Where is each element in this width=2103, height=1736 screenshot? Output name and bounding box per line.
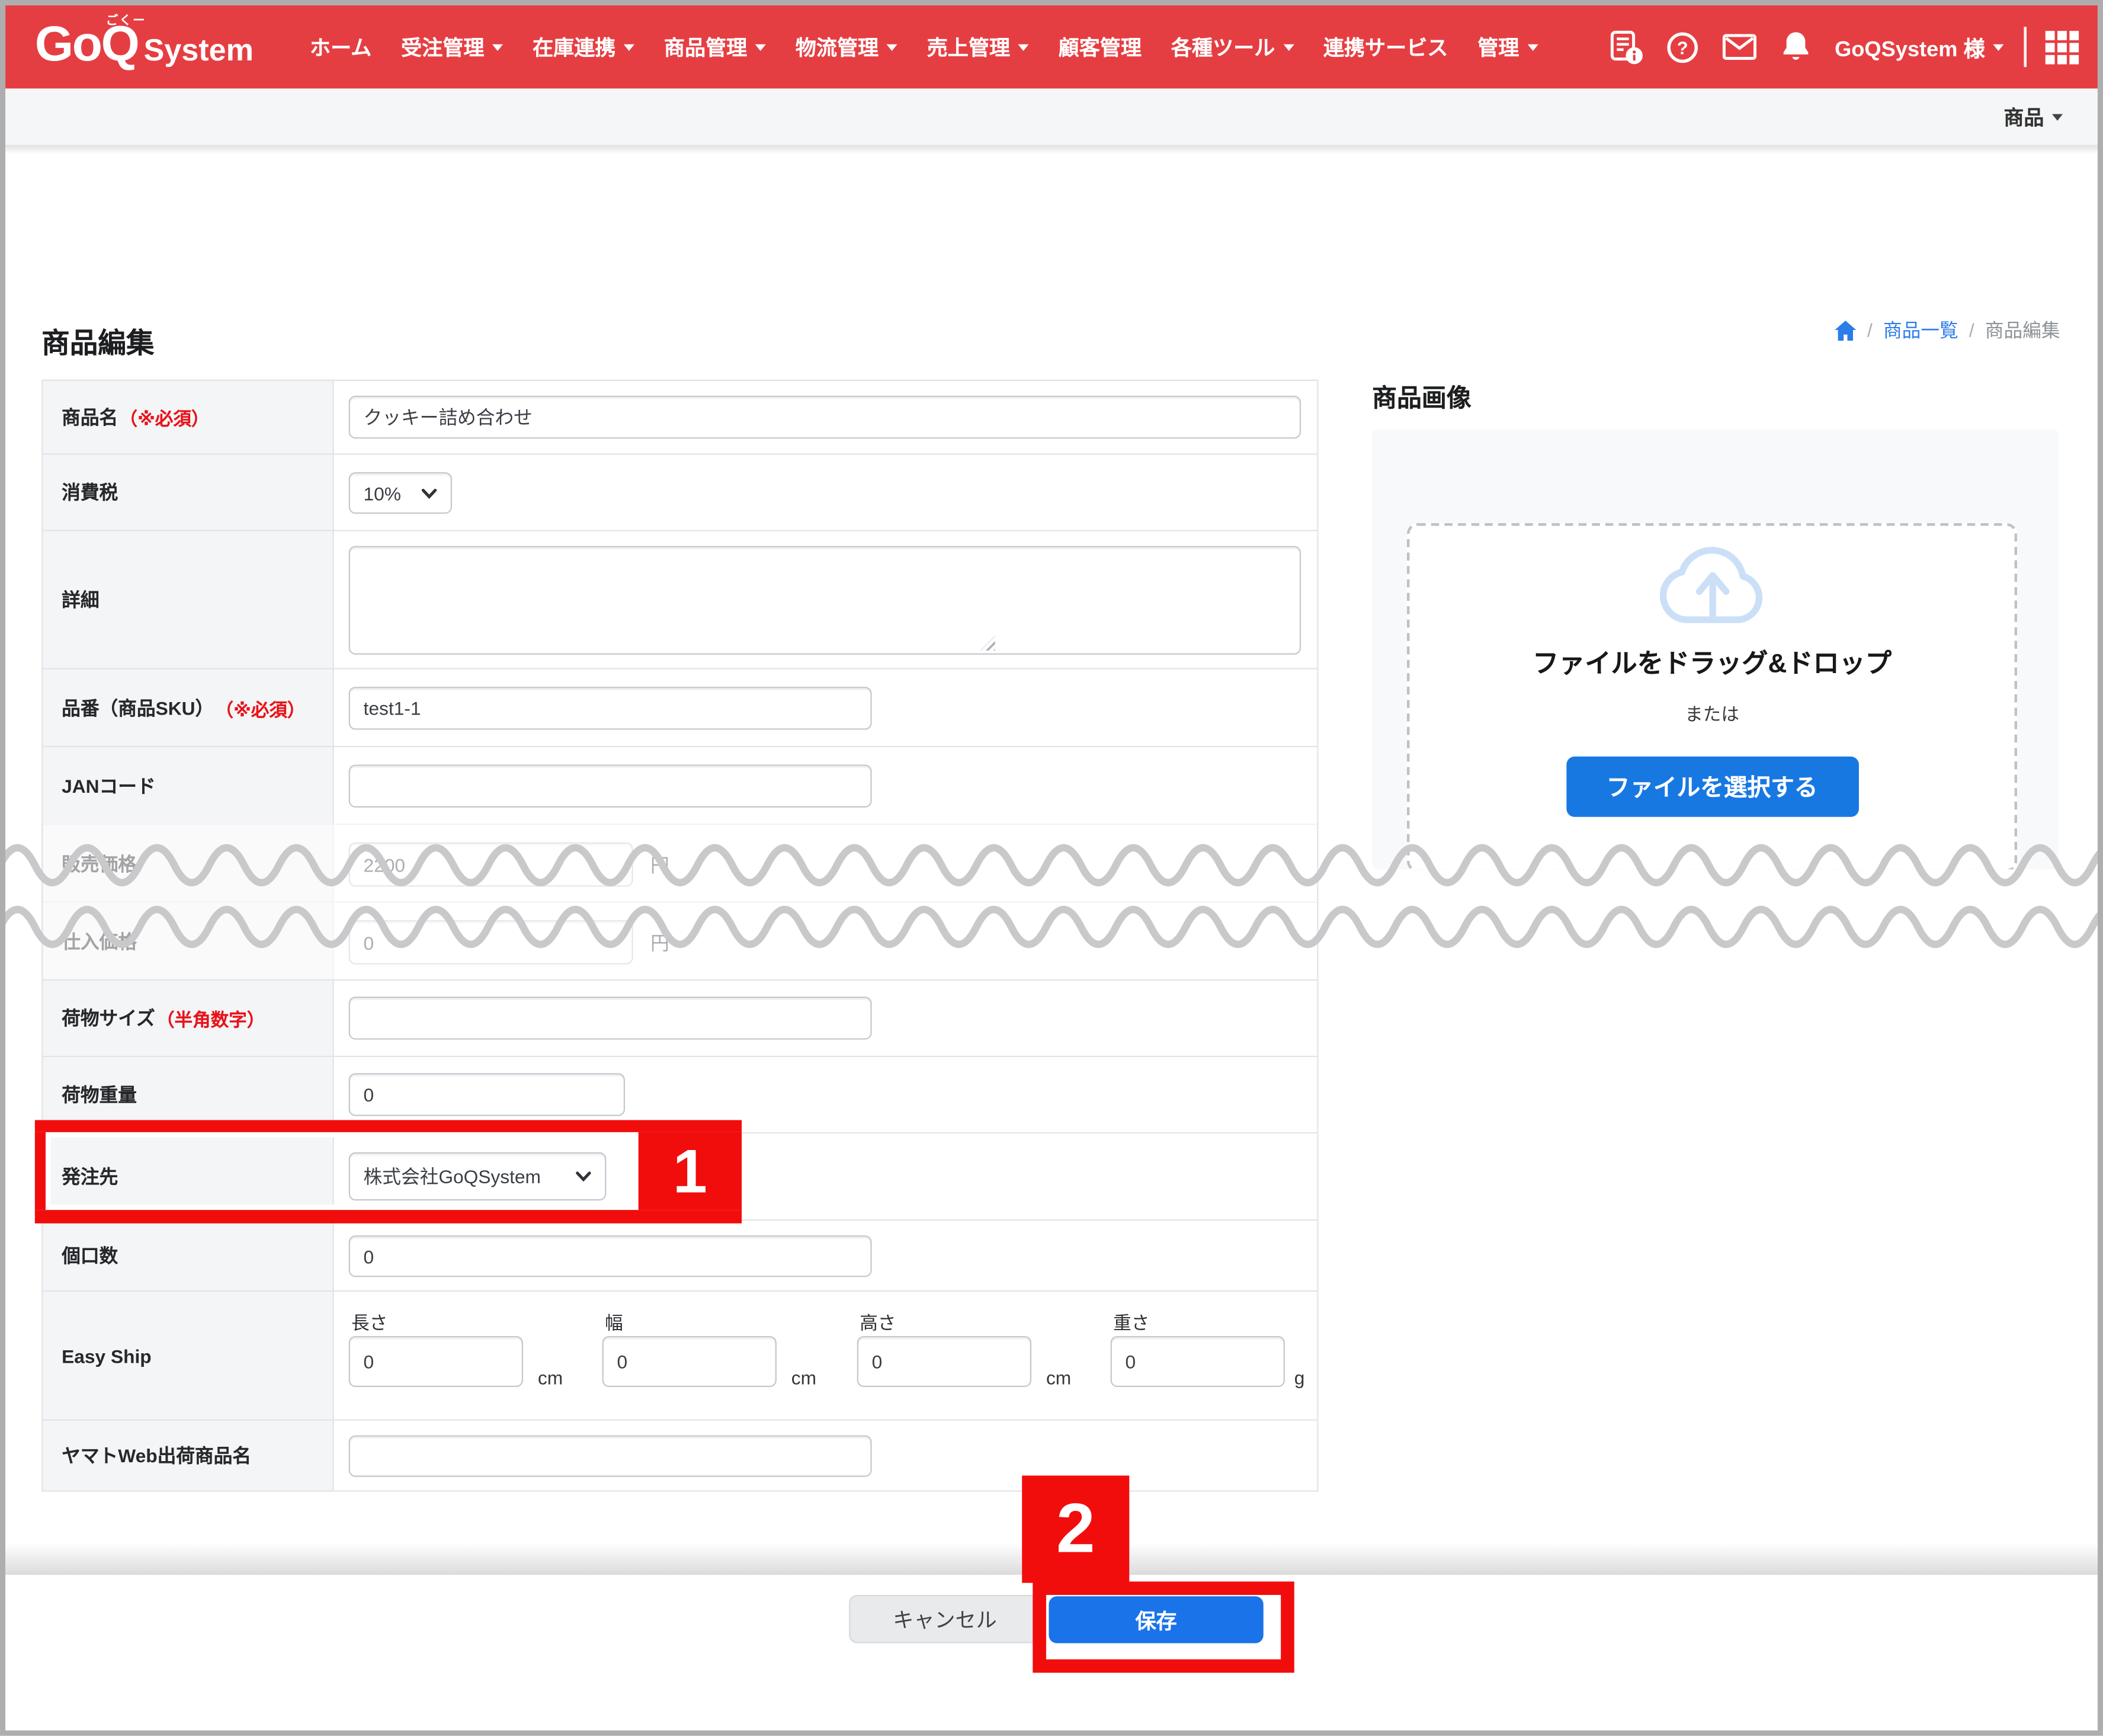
breadcrumb-current: 商品編集	[1985, 316, 2060, 343]
svg-text:?: ?	[1677, 38, 1688, 58]
breadcrumb-product-list[interactable]: 商品一覧	[1883, 316, 1958, 343]
header-divider	[2024, 27, 2027, 67]
row-tax: 消費税 10%	[43, 453, 1317, 530]
top-nav-bar: ごくー GoQ System ホーム 受注管理 在庫連携 商品管理 物流管理 売…	[5, 5, 2098, 88]
chevron-down-icon	[2052, 113, 2063, 120]
chevron-down-icon	[887, 44, 897, 50]
user-menu[interactable]: GoQSystem 様	[1835, 31, 2003, 63]
drop-zone-text: ファイルをドラッグ&ドロップ	[1409, 641, 2014, 680]
nav-customer-management[interactable]: 顧客管理	[1044, 32, 1156, 62]
bell-icon[interactable]	[1780, 30, 1812, 65]
tax-select[interactable]: 10%	[349, 472, 452, 514]
image-upload-panel: ファイルをドラッグ&ドロップ または ファイルを選択する	[1372, 429, 2059, 869]
nav-sales-management[interactable]: 売上管理	[912, 32, 1044, 62]
breadcrumb: / 商品一覧 / 商品編集	[1835, 316, 2060, 343]
document-info-icon[interactable]	[1610, 29, 1643, 65]
user-name: GoQSystem 様	[1835, 31, 1985, 63]
easyship-weight-input[interactable]: 0	[1111, 1336, 1285, 1387]
page-title: 商品編集	[41, 322, 154, 363]
chevron-down-icon	[624, 44, 634, 50]
row-purchase-price: 仕入価格 0 円	[43, 901, 1317, 979]
package-size-input[interactable]	[349, 997, 872, 1039]
row-product-name: 商品名（※必須） クッキー詰め合わせ	[43, 381, 1317, 453]
required-marker: （※必須）	[119, 403, 209, 430]
nav-tools[interactable]: 各種ツール	[1156, 32, 1309, 62]
unit-suffix: g	[1294, 1367, 1305, 1388]
format-marker: （半角数字）	[156, 1005, 265, 1032]
product-menu-dropdown[interactable]: 商品	[2003, 103, 2063, 131]
save-button[interactable]: 保存	[1049, 1596, 1263, 1643]
nav-services[interactable]: 連携サービス	[1309, 32, 1463, 62]
yamato-name-input[interactable]	[349, 1436, 872, 1477]
nav-product-management[interactable]: 商品管理	[649, 32, 781, 62]
cancel-button[interactable]: キャンセル	[849, 1595, 1041, 1644]
main-nav: ホーム 受注管理 在庫連携 商品管理 物流管理 売上管理 顧客管理 各種ツール …	[295, 5, 1553, 88]
row-supplier: 発注先 株式会社GoQSystem	[43, 1132, 1317, 1219]
easyship-length-input[interactable]: 0	[349, 1336, 523, 1387]
image-panel-title: 商品画像	[1372, 380, 1472, 415]
supplier-select[interactable]: 株式会社GoQSystem	[349, 1152, 607, 1201]
unit-suffix: cm	[538, 1367, 563, 1388]
nav-home[interactable]: ホーム	[295, 32, 386, 62]
chevron-down-icon	[492, 44, 503, 50]
nav-admin[interactable]: 管理	[1463, 32, 1553, 62]
chevron-down-icon	[1283, 44, 1294, 50]
drop-zone-or: または	[1409, 699, 2014, 726]
jan-input[interactable]	[349, 764, 872, 807]
detail-textarea[interactable]	[349, 546, 1301, 654]
yen-suffix: 円	[650, 852, 669, 879]
logo-ruby: ごくー	[106, 11, 146, 28]
product-name-input[interactable]: クッキー詰め合わせ	[349, 396, 1301, 438]
easyship-width-input[interactable]: 0	[602, 1336, 777, 1387]
mail-icon[interactable]	[1722, 34, 1757, 60]
nav-stock-link[interactable]: 在庫連携	[518, 32, 649, 62]
sku-input[interactable]: test1-1	[349, 687, 872, 729]
row-easy-ship: Easy Ship 長さ 0 cm 幅 0 cm 高さ 0 cm 重さ 0 g	[43, 1290, 1317, 1419]
chevron-down-icon	[1993, 44, 2003, 50]
chevron-down-icon	[1018, 44, 1029, 50]
chevron-down-icon	[1527, 44, 1538, 50]
home-icon[interactable]	[1835, 320, 1857, 340]
required-marker: （※必須）	[216, 694, 306, 721]
nav-order-management[interactable]: 受注管理	[386, 32, 518, 62]
logo-sub: System	[144, 32, 254, 68]
header-right-group: ? GoQSystem 様	[1610, 5, 2079, 88]
apps-grid-icon[interactable]	[2046, 30, 2079, 64]
select-file-button[interactable]: ファイルを選択する	[1566, 757, 1858, 817]
row-package-count: 個口数 0	[43, 1219, 1317, 1290]
purchase-price-input[interactable]: 0	[349, 920, 633, 965]
package-weight-input[interactable]: 0	[349, 1073, 625, 1116]
easyship-height-input[interactable]: 0	[857, 1336, 1031, 1387]
yen-suffix: 円	[650, 930, 669, 956]
sale-price-input[interactable]: 2200	[349, 843, 633, 887]
row-package-size: 荷物サイズ（半角数字）	[43, 979, 1317, 1056]
nav-logistics-management[interactable]: 物流管理	[781, 32, 912, 62]
help-icon[interactable]: ?	[1666, 30, 1700, 64]
row-package-weight: 荷物重量 0	[43, 1056, 1317, 1132]
row-detail: 詳細	[43, 530, 1317, 668]
chevron-down-icon	[575, 1171, 591, 1181]
cloud-upload-icon	[1645, 537, 1779, 643]
product-edit-form: 商品名（※必須） クッキー詰め合わせ 消費税 10% 詳細 品番（商品SKU）（…	[41, 380, 1318, 1492]
row-sku: 品番（商品SKU）（※必須） test1-1	[43, 668, 1317, 745]
chevron-down-icon	[421, 488, 437, 498]
subbar-shadow	[5, 145, 2098, 155]
unit-suffix: cm	[1046, 1367, 1071, 1388]
row-jan: JANコード	[43, 746, 1317, 824]
chevron-down-icon	[755, 44, 766, 50]
sub-menu-bar: 商品	[5, 88, 2098, 145]
goqsystem-product-edit-page: ごくー GoQ System ホーム 受注管理 在庫連携 商品管理 物流管理 売…	[0, 0, 2103, 1736]
footer-divider-shadow	[5, 1543, 2098, 1575]
file-drop-zone[interactable]: ファイルをドラッグ&ドロップ または ファイルを選択する	[1407, 523, 2017, 869]
row-sale-price: 販売価格 2200 円	[43, 824, 1317, 901]
goqsystem-logo[interactable]: ごくー GoQ System	[35, 16, 254, 72]
row-yamato-name: ヤマトWeb出荷商品名	[43, 1419, 1317, 1490]
unit-suffix: cm	[791, 1367, 816, 1388]
package-count-input[interactable]: 0	[349, 1235, 872, 1277]
